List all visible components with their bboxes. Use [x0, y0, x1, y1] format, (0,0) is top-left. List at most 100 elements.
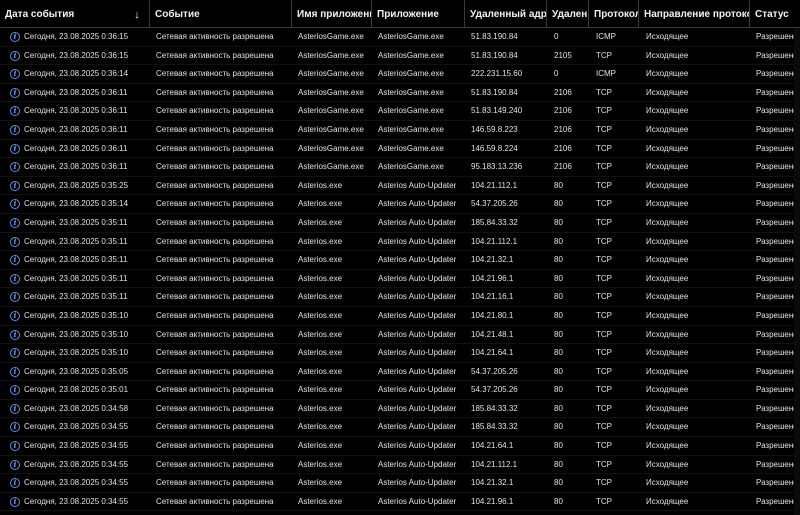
column-header-date[interactable]: Дата события — [0, 0, 150, 28]
row-remote-address: 185.84.33.32 — [471, 217, 518, 227]
table-row[interactable]: i Сегодня, 23.08.2025 0:35:10 Сетевая акти… — [0, 307, 800, 326]
table-row[interactable]: i Сегодня, 23.08.2025 0:36:11 Сетевая акти… — [0, 84, 800, 103]
row-remote-port: 80 — [554, 180, 563, 190]
row-protocol: TCP — [596, 180, 612, 190]
table-row[interactable]: i Сегодня, 23.08.2025 0:35:11 Сетевая акти… — [0, 214, 800, 233]
row-protocol: TCP — [596, 199, 612, 209]
column-header-direction[interactable]: Направление протокола — [639, 0, 750, 28]
info-icon: i — [10, 496, 20, 507]
info-icon: i — [10, 310, 20, 321]
vertical-scrollbar[interactable] — [794, 28, 800, 515]
info-icon: i — [10, 32, 20, 42]
row-date: Сегодня, 23.08.2025 0:35:10 — [24, 310, 129, 320]
info-icon: i — [10, 441, 20, 452]
table-row[interactable]: i Сегодня, 23.08.2025 0:36:11 Сетевая акти… — [0, 140, 800, 159]
row-date: Сегодня, 23.08.2025 0:36:11 — [24, 87, 128, 97]
row-app-name: Asterios.exe — [298, 441, 343, 451]
column-header-remote-port[interactable]: Удаленный порт — [547, 0, 589, 28]
info-icon: i — [10, 87, 20, 98]
column-header-protocol[interactable]: Протокол — [589, 0, 639, 28]
table-row[interactable]: i Сегодня, 23.08.2025 0:35:14 Сетевая акти… — [0, 195, 800, 214]
row-event: Сетевая активность разрешена — [156, 217, 274, 227]
row-remote-port: 80 — [554, 199, 563, 209]
row-remote-port: 80 — [554, 273, 563, 283]
table-row[interactable]: i Сегодня, 23.08.2025 0:36:15 Сетевая акти… — [0, 28, 800, 47]
row-app-name: AsteriosGame.exe — [298, 69, 364, 79]
row-direction: Исходящее — [646, 459, 689, 469]
column-header-event[interactable]: Событие — [150, 0, 292, 28]
row-app: AsteriosGame.exe — [378, 143, 444, 153]
table-row[interactable]: i Сегодня, 23.08.2025 0:36:11 Сетевая акти… — [0, 121, 800, 140]
row-direction: Исходящее — [646, 273, 689, 283]
table-row[interactable]: i Сегодня, 23.08.2025 0:36:11 Сетевая акти… — [0, 158, 800, 177]
row-app-name: Asterios.exe — [298, 199, 343, 209]
row-app: AsteriosGame.exe — [378, 124, 444, 134]
table-row[interactable]: i Сегодня, 23.08.2025 0:35:11 Сетевая акти… — [0, 233, 800, 252]
table-row[interactable]: i Сегодня, 23.08.2025 0:36:14 Сетевая акти… — [0, 65, 800, 84]
table-row[interactable]: i Сегодня, 23.08.2025 0:34:55 Сетевая акти… — [0, 418, 800, 438]
row-app: Asterios Auto-Updater — [378, 329, 457, 339]
row-app: Asterios Auto-Updater — [378, 273, 457, 283]
row-direction: Исходящее — [646, 143, 689, 153]
table-row[interactable]: i Сегодня, 23.08.2025 0:34:55 Сетевая акти… — [0, 437, 800, 456]
info-icon: i — [10, 292, 20, 303]
table-row[interactable]: i Сегодня, 23.08.2025 0:35:11 Сетевая акти… — [0, 270, 800, 289]
row-remote-port: 80 — [554, 348, 563, 358]
info-icon: i — [10, 385, 20, 396]
row-remote-port: 80 — [554, 422, 563, 432]
column-header-app[interactable]: Приложение — [372, 0, 465, 28]
row-event: Сетевая активность разрешена — [156, 273, 274, 283]
row-remote-address: 51.83.149.240 — [471, 106, 523, 116]
row-event: Сетевая активность разрешена — [156, 422, 274, 432]
table-row[interactable]: i Сегодня, 23.08.2025 0:35:10 Сетевая акти… — [0, 344, 800, 363]
row-app-name: Asterios.exe — [298, 236, 343, 246]
row-date: Сегодня, 23.08.2025 0:36:15 — [24, 50, 129, 60]
table-row[interactable]: i Сегодня, 23.08.2025 0:34:55 Сетевая акти… — [0, 493, 800, 512]
column-header-remote-address[interactable]: Удаленный адрес — [465, 0, 547, 28]
column-header-app-name-label: Имя приложения — [297, 9, 371, 20]
table-row[interactable]: i Сегодня, 23.08.2025 0:34:55 Сетевая акти… — [0, 474, 800, 493]
row-date: Сегодня, 23.08.2025 0:34:55 — [24, 459, 129, 469]
table-row[interactable]: i Сегодня, 23.08.2025 0:34:58 Сетевая акти… — [0, 400, 800, 419]
row-date: Сегодня, 23.08.2025 0:35:11 — [24, 255, 128, 265]
row-remote-port: 2106 — [554, 106, 572, 116]
row-app-name: AsteriosGame.exe — [298, 106, 364, 116]
table-row[interactable]: i Сегодня, 23.08.2025 0:34:55 Сетевая акти… — [0, 456, 800, 475]
table-row[interactable]: i Сегодня, 23.08.2025 0:35:25 Сетевая акти… — [0, 177, 800, 196]
row-event: Сетевая активность разрешена — [156, 366, 274, 376]
column-header-event-label: Событие — [155, 9, 200, 20]
row-app: AsteriosGame.exe — [378, 69, 444, 79]
column-header-app-name[interactable]: Имя приложения — [292, 0, 372, 28]
row-app: Asterios Auto-Updater — [378, 441, 457, 451]
row-event: Сетевая активность разрешена — [156, 292, 274, 302]
sort-descending-icon[interactable]: ↓ — [131, 0, 143, 28]
table-row[interactable]: i Сегодня, 23.08.2025 0:36:15 Сетевая акти… — [0, 47, 800, 66]
row-event: Сетевая активность разрешена — [156, 236, 274, 246]
table-row[interactable]: i Сегодня, 23.08.2025 0:35:10 Сетевая акти… — [0, 326, 800, 345]
info-icon: i — [10, 124, 20, 135]
row-remote-address: 222.231.15.60 — [471, 69, 523, 79]
row-remote-port: 80 — [554, 496, 563, 506]
row-date: Сегодня, 23.08.2025 0:34:55 — [24, 478, 129, 488]
row-date: Сегодня, 23.08.2025 0:34:55 — [24, 496, 129, 506]
table-row[interactable]: i Сегодня, 23.08.2025 0:35:05 Сетевая акти… — [0, 363, 800, 382]
row-direction: Исходящее — [646, 422, 689, 432]
row-protocol: TCP — [596, 496, 612, 506]
row-app-name: AsteriosGame.exe — [298, 50, 364, 60]
row-date: Сегодня, 23.08.2025 0:34:55 — [24, 422, 129, 432]
row-app-name: Asterios.exe — [298, 329, 343, 339]
table-row[interactable]: i Сегодня, 23.08.2025 0:35:11 Сетевая акти… — [0, 251, 800, 270]
row-direction: Исходящее — [646, 106, 689, 116]
row-remote-port: 2106 — [554, 162, 572, 172]
column-header-status[interactable]: Статус — [750, 0, 800, 28]
table-row[interactable]: i Сегодня, 23.08.2025 0:35:01 Сетевая акти… — [0, 381, 800, 400]
table-row[interactable]: i Сегодня, 23.08.2025 0:35:11 Сетевая акти… — [0, 288, 800, 307]
row-app-name: Asterios.exe — [298, 478, 343, 488]
row-direction: Исходящее — [646, 366, 689, 376]
row-app-name: AsteriosGame.exe — [298, 32, 364, 41]
row-event: Сетевая активность разрешена — [156, 162, 274, 172]
table-row[interactable]: i Сегодня, 23.08.2025 0:36:11 Сетевая акти… — [0, 102, 800, 121]
row-date: Сегодня, 23.08.2025 0:35:11 — [24, 236, 128, 246]
row-app-name: Asterios.exe — [298, 385, 343, 395]
row-protocol: TCP — [596, 403, 612, 413]
